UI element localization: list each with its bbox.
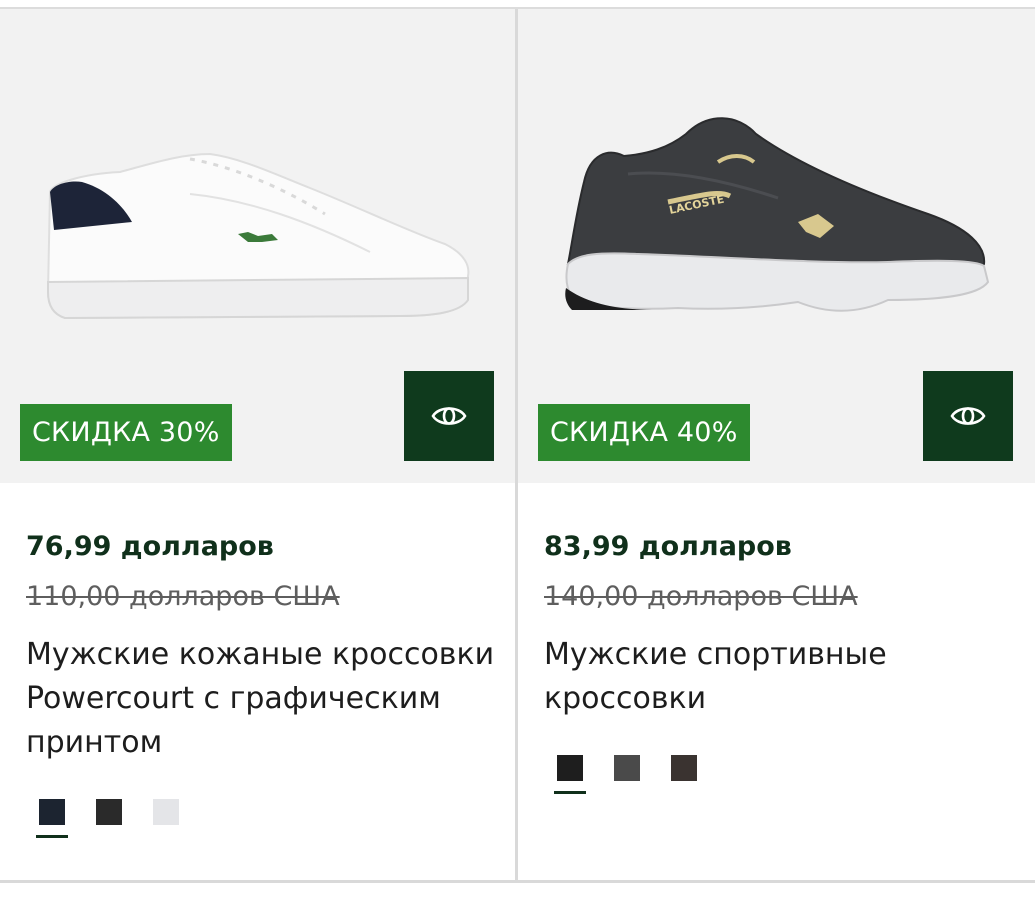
discount-badge: СКИДКА 30%: [20, 404, 232, 461]
color-swatch[interactable]: [150, 796, 182, 828]
sale-price: 83,99 долларов: [544, 531, 792, 562]
quick-view-button[interactable]: [404, 371, 494, 461]
swatch-fill: [39, 799, 65, 825]
product-card[interactable]: LACOSTE СКИДКА 40% 83,99 долларов 140,00…: [518, 9, 1035, 880]
color-swatch[interactable]: [668, 752, 700, 784]
swatch-fill: [671, 755, 697, 781]
eye-icon: [950, 407, 986, 425]
product-image[interactable]: LACOSTE СКИДКА 40%: [518, 9, 1035, 483]
swatch-fill: [557, 755, 583, 781]
swatch-fill: [614, 755, 640, 781]
color-swatch[interactable]: [93, 796, 125, 828]
sale-price: 76,99 долларов: [26, 531, 274, 562]
grid-bottom-divider: [0, 880, 1035, 883]
quick-view-button[interactable]: [923, 371, 1013, 461]
original-price: 110,00 долларов США: [26, 581, 340, 612]
color-swatches: [36, 796, 182, 838]
swatch-fill: [96, 799, 122, 825]
color-swatches: [554, 752, 700, 794]
product-name-link[interactable]: Мужские спортивные кроссовки: [544, 633, 1014, 721]
swatch-fill: [153, 799, 179, 825]
eye-icon: [431, 407, 467, 425]
color-swatch[interactable]: [611, 752, 643, 784]
original-price: 140,00 долларов США: [544, 581, 858, 612]
product-image[interactable]: СКИДКА 30%: [0, 9, 515, 483]
color-swatch[interactable]: [36, 796, 68, 838]
product-card[interactable]: СКИДКА 30% 76,99 долларов 110,00 долларо…: [0, 9, 515, 880]
color-swatch[interactable]: [554, 752, 586, 794]
dark-sneaker-image: LACOSTE: [565, 117, 990, 312]
discount-badge: СКИДКА 40%: [538, 404, 750, 461]
product-name-link[interactable]: Мужские кожаные кроссовки Powercourt с г…: [26, 633, 496, 765]
white-sneaker-image: [46, 152, 470, 320]
